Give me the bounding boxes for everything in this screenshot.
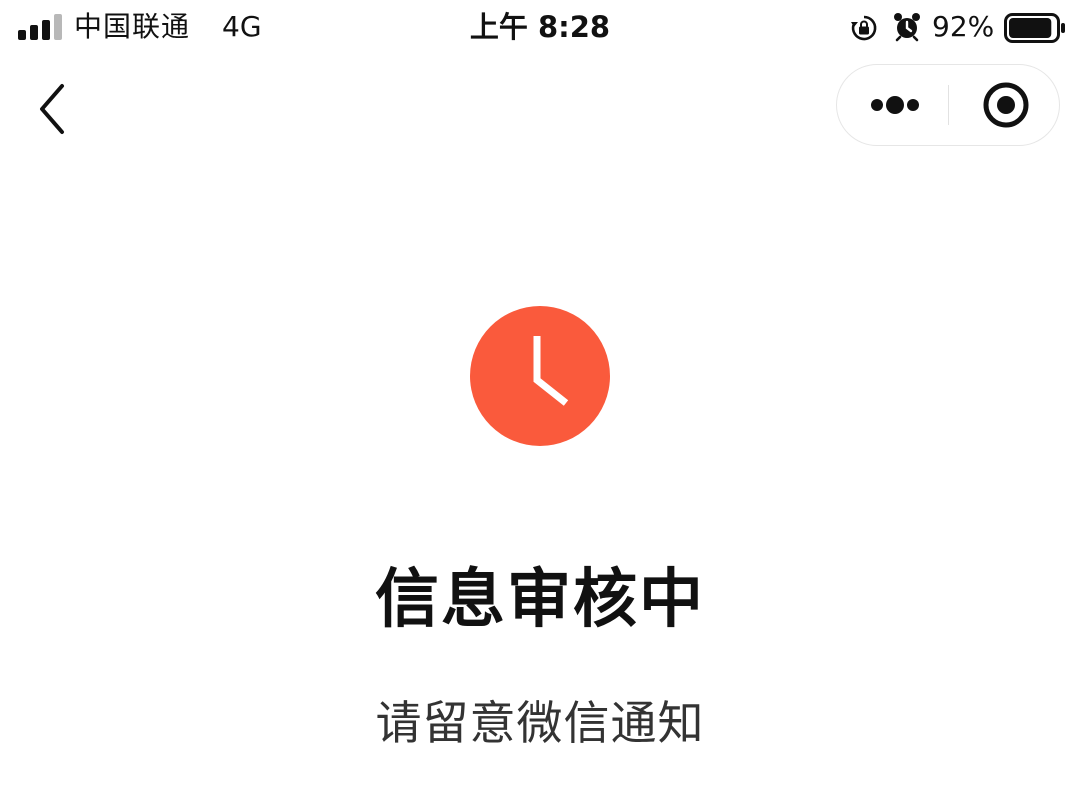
page-title: 信息审核中 (375, 563, 705, 637)
page-subtitle: 请留意微信通知 (375, 696, 705, 750)
rotation-lock-icon (851, 15, 877, 41)
back-button[interactable] (22, 76, 82, 142)
more-dots-icon (871, 96, 919, 114)
chevron-left-icon (40, 84, 64, 134)
battery-percent: 92% (932, 10, 995, 43)
status-bar: 中国联通 4G 上午 8:28 92% (0, 0, 1080, 56)
battery-icon (1004, 13, 1065, 43)
nav-bar (0, 56, 1080, 156)
more-button[interactable] (837, 65, 948, 145)
clock-icon (470, 306, 610, 446)
close-button[interactable] (949, 65, 1059, 145)
alarm-icon (894, 13, 920, 42)
miniprogram-capsule (836, 64, 1060, 146)
close-target-icon (983, 82, 1029, 128)
